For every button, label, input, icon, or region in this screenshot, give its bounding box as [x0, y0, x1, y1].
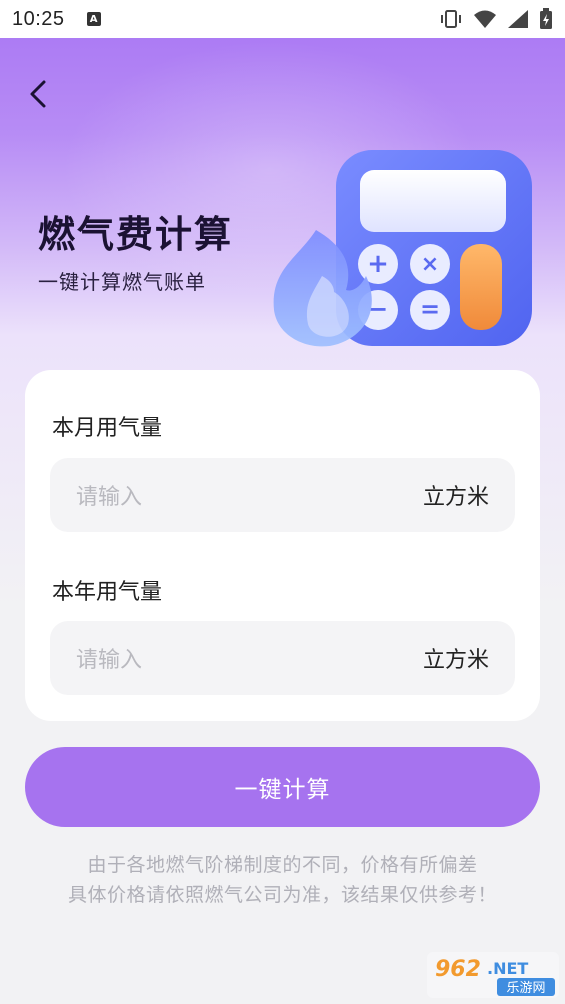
watermark-logo: 962 .NET 乐游网	[427, 952, 559, 998]
yearly-usage-label: 本年用气量	[52, 580, 163, 605]
monthly-usage-unit: 立方米	[422, 485, 489, 510]
svg-text:962: 962	[435, 957, 481, 982]
calculator-illustration: + × − =	[273, 150, 532, 347]
monthly-usage-placeholder: 请输入	[76, 485, 143, 510]
svg-text:=: =	[420, 295, 440, 323]
chevron-left-icon[interactable]	[24, 76, 56, 112]
monthly-usage-input[interactable]: 请输入 立方米	[50, 458, 515, 532]
usage-form-card: 本月用气量 请输入 立方米 本年用气量 请输入 立方米	[25, 370, 540, 721]
svg-text:+: +	[367, 249, 389, 279]
svg-text:×: ×	[421, 252, 439, 277]
page-subtitle: 一键计算燃气账单	[38, 270, 206, 294]
vibrate-icon	[441, 10, 461, 28]
calculate-button[interactable]: 一键计算	[25, 747, 540, 827]
status-bar: 10:25 A	[0, 0, 565, 38]
wifi-icon	[474, 10, 496, 28]
status-badge: A	[86, 12, 101, 26]
yearly-usage-input[interactable]: 请输入 立方米	[50, 621, 515, 695]
page-title: 燃气费计算	[38, 213, 233, 256]
yearly-usage-placeholder: 请输入	[76, 648, 143, 673]
status-time: 10:25	[12, 7, 65, 30]
battery-icon	[540, 8, 552, 29]
svg-text:乐游网: 乐游网	[506, 981, 545, 996]
status-icons	[439, 8, 553, 30]
disclaimer-line-2: 具体价格请依照燃气公司为准，该结果仅供参考！	[67, 884, 497, 906]
signal-icon	[508, 10, 528, 28]
svg-text:.NET: .NET	[487, 959, 528, 978]
yearly-usage-unit: 立方米	[422, 648, 489, 673]
disclaimer-line-1: 由于各地燃气阶梯制度的不同，价格有所偏差	[87, 854, 478, 876]
monthly-usage-label: 本月用气量	[52, 416, 163, 441]
